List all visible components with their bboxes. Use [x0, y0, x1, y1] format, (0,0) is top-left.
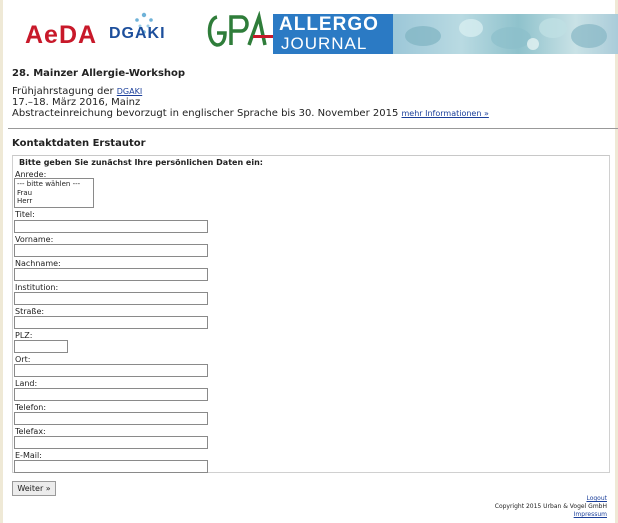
telefax-label: Telefax:	[15, 427, 46, 436]
info-line-3-text: Abstracteinreichung bevorzugt in englisc…	[12, 108, 402, 119]
gpa-logo	[207, 11, 273, 47]
header-banner: AeDA DGAKI ALLERGO JOURNAL	[11, 8, 618, 56]
ort-input[interactable]	[14, 364, 208, 377]
titel-input[interactable]	[14, 220, 208, 233]
weiter-button[interactable]: Weiter »	[12, 481, 56, 496]
allergo-logo-line2: JOURNAL	[281, 34, 368, 53]
banner-image	[393, 14, 618, 54]
email-label: E-Mail:	[15, 451, 42, 460]
strasse-label: Straße:	[15, 307, 45, 316]
anrede-option[interactable]: --- bitte wählen ---	[17, 180, 91, 189]
land-input[interactable]	[14, 388, 208, 401]
plz-input[interactable]	[14, 340, 68, 353]
logout-link[interactable]: Logout	[586, 495, 607, 502]
banner-pollen-icon	[405, 18, 607, 50]
telefon-label: Telefon:	[15, 403, 47, 412]
info-line-2: 17.–18. März 2016, Mainz	[12, 97, 141, 108]
allergo-logo-line1: ALLERGO	[279, 14, 379, 35]
nachname-input[interactable]	[14, 268, 208, 281]
anrede-option[interactable]: Herr	[17, 197, 91, 206]
info-line-3: Abstracteinreichung bevorzugt in englisc…	[12, 108, 489, 119]
workshop-title: 28. Mainzer Allergie-Workshop	[12, 68, 186, 79]
institution-input[interactable]	[14, 292, 208, 305]
allergo-journal-logo: ALLERGO JOURNAL	[273, 14, 393, 54]
institution-label: Institution:	[15, 283, 59, 292]
aeda-logo: AeDA	[25, 21, 98, 49]
dgaki-link[interactable]: DGAKI	[117, 87, 142, 96]
titel-label: Titel:	[15, 210, 35, 219]
ort-label: Ort:	[15, 355, 31, 364]
telefax-input[interactable]	[14, 436, 208, 449]
info-line-1-text: Frühjahrstagung der	[12, 86, 117, 97]
personal-data-fieldset	[12, 155, 610, 473]
dgaki-logo: DGAKI	[109, 25, 166, 42]
section-title: Kontaktdaten Erstautor	[12, 138, 146, 149]
page: AeDA DGAKI ALLERGO JOURNAL 28. Mainzer A…	[0, 0, 618, 523]
nachname-label: Nachname:	[15, 259, 61, 268]
vorname-label: Vorname:	[15, 235, 54, 244]
telefon-input[interactable]	[14, 412, 208, 425]
more-info-link[interactable]: mehr Informationen »	[402, 109, 489, 118]
email-input[interactable]	[14, 460, 208, 473]
anrede-option[interactable]: Frau	[17, 189, 91, 198]
copyright-text: Copyright 2015 Urban & Vogel GmbH	[494, 503, 607, 510]
impressum-link[interactable]: Impressum	[574, 511, 607, 518]
divider	[8, 128, 618, 129]
land-label: Land:	[15, 379, 38, 388]
plz-label: PLZ:	[15, 331, 33, 340]
vorname-input[interactable]	[14, 244, 208, 257]
strasse-input[interactable]	[14, 316, 208, 329]
workshop-info: Frühjahrstagung der DGAKI 17.–18. März 2…	[12, 86, 489, 119]
fieldset-legend: Bitte geben Sie zunächst Ihre persönlich…	[17, 158, 265, 167]
info-line-1: Frühjahrstagung der DGAKI	[12, 86, 489, 97]
anrede-select[interactable]: --- bitte wählen --- Frau Herr	[14, 178, 94, 208]
footer: Logout Copyright 2015 Urban & Vogel GmbH…	[407, 495, 607, 519]
